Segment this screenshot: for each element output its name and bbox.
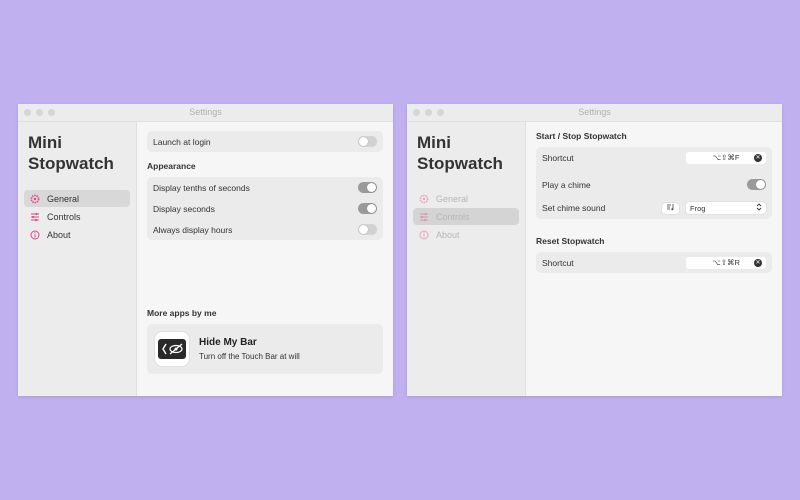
- updown-chevron-icon: [756, 203, 762, 213]
- sidebar-item-controls[interactable]: Controls: [413, 208, 519, 225]
- seconds-label: Display seconds: [153, 203, 215, 214]
- sidebar-item-general[interactable]: General: [413, 190, 519, 207]
- play-chime-toggle[interactable]: [747, 179, 766, 190]
- reset-shortcut-row: Shortcut ⌥⇧⌘R ✕: [536, 252, 772, 273]
- start-stop-shortcut-row: Shortcut ⌥⇧⌘F ✕: [536, 147, 772, 168]
- sidebar-item-controls[interactable]: Controls: [24, 208, 130, 225]
- sidebar-nav: General Controls About: [24, 190, 130, 244]
- sidebar-item-about[interactable]: About: [24, 226, 130, 243]
- info-icon: [419, 230, 431, 240]
- sidebar: Mini Stopwatch General Controls About: [407, 122, 526, 396]
- minimize-window-button[interactable]: [425, 109, 432, 116]
- launch-at-login-toggle[interactable]: [358, 136, 377, 147]
- play-chime-label: Play a chime: [542, 179, 591, 190]
- appearance-card: Display tenths of seconds Display second…: [147, 177, 383, 240]
- sidebar: Mini Stopwatch General Controls About: [18, 122, 137, 396]
- preview-sound-button[interactable]: [662, 202, 679, 214]
- gear-icon: [419, 194, 431, 204]
- sidebar-item-about[interactable]: About: [413, 226, 519, 243]
- app-title: Mini Stopwatch: [28, 133, 114, 173]
- shortcut-label: Shortcut: [542, 152, 574, 163]
- sidebar-item-general[interactable]: General: [24, 190, 130, 207]
- title-bar: Settings: [407, 104, 782, 122]
- sliders-icon: [419, 212, 431, 222]
- hours-row: Always display hours: [147, 219, 383, 240]
- hide-my-bar-app-icon: [155, 332, 189, 366]
- window-title: Settings: [189, 107, 222, 117]
- zoom-window-button[interactable]: [48, 109, 55, 116]
- chime-sound-row: Set chime sound Frog: [536, 201, 772, 219]
- start-stop-card: Shortcut ⌥⇧⌘F ✕ Play a chime Set chime s…: [536, 147, 772, 219]
- window-title: Settings: [578, 107, 611, 117]
- zoom-window-button[interactable]: [437, 109, 444, 116]
- shortcut-label: Shortcut: [542, 257, 574, 268]
- clear-shortcut-icon[interactable]: ✕: [754, 153, 762, 162]
- sliders-icon: [30, 212, 42, 222]
- info-icon: [30, 230, 42, 240]
- sidebar-item-label: General: [436, 193, 469, 204]
- close-window-button[interactable]: [413, 109, 420, 116]
- shortcut-value: ⌥⇧⌘F: [712, 153, 740, 162]
- seconds-row: Display seconds: [147, 198, 383, 219]
- chime-sound-select[interactable]: Frog: [686, 202, 766, 214]
- seconds-toggle[interactable]: [358, 203, 377, 214]
- minimize-window-button[interactable]: [36, 109, 43, 116]
- promo-app-name: Hide My Bar: [199, 337, 257, 348]
- general-pane: Launch at login Appearance Display tenth…: [137, 122, 393, 396]
- chime-sound-label: Set chime sound: [542, 203, 606, 213]
- sidebar-nav: General Controls About: [413, 190, 519, 244]
- hours-label: Always display hours: [153, 224, 233, 235]
- launch-at-login-row: Launch at login: [147, 131, 383, 152]
- gear-icon: [30, 194, 42, 204]
- reset-card: Shortcut ⌥⇧⌘R ✕: [536, 252, 772, 273]
- chime-sound-value: Frog: [690, 203, 706, 213]
- sidebar-item-label: About: [47, 229, 71, 240]
- start-stop-heading: Start / Stop Stopwatch: [536, 131, 627, 141]
- start-stop-shortcut-recorder[interactable]: ⌥⇧⌘F ✕: [686, 151, 766, 164]
- appearance-heading: Appearance: [147, 161, 196, 171]
- tenths-row: Display tenths of seconds: [147, 177, 383, 198]
- more-apps-heading: More apps by me: [147, 308, 217, 318]
- title-bar: Settings: [18, 104, 393, 122]
- tenths-toggle[interactable]: [358, 182, 377, 193]
- clear-shortcut-icon[interactable]: ✕: [754, 258, 762, 267]
- shortcut-value: ⌥⇧⌘R: [712, 258, 740, 267]
- settings-window-controls: Settings Mini Stopwatch General Controls: [407, 104, 782, 396]
- close-window-button[interactable]: [24, 109, 31, 116]
- launch-card: Launch at login: [147, 131, 383, 152]
- sidebar-item-label: About: [436, 229, 460, 240]
- app-title: Mini Stopwatch: [417, 133, 503, 173]
- play-chime-row: Play a chime: [536, 168, 772, 201]
- sidebar-item-label: General: [47, 193, 80, 204]
- launch-at-login-label: Launch at login: [153, 136, 211, 147]
- promo-app-description: Turn off the Touch Bar at will: [199, 352, 300, 361]
- hours-toggle[interactable]: [358, 224, 377, 235]
- sidebar-item-label: Controls: [436, 211, 470, 222]
- settings-window-general: Settings Mini Stopwatch General Controls: [18, 104, 393, 396]
- tenths-label: Display tenths of seconds: [153, 182, 250, 193]
- sidebar-item-label: Controls: [47, 211, 81, 222]
- hide-my-bar-promo[interactable]: Hide My Bar Turn off the Touch Bar at wi…: [147, 324, 383, 374]
- reset-shortcut-recorder[interactable]: ⌥⇧⌘R ✕: [686, 256, 766, 269]
- reset-heading: Reset Stopwatch: [536, 236, 605, 246]
- controls-pane: Start / Stop Stopwatch Shortcut ⌥⇧⌘F ✕ P…: [526, 122, 782, 396]
- music-note-icon: [666, 203, 675, 213]
